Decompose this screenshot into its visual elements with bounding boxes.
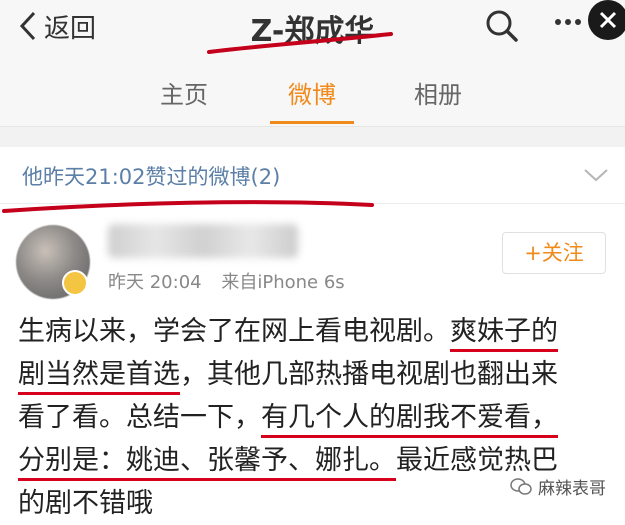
post-text: 的剧不错哦 bbox=[18, 488, 153, 519]
close-button[interactable] bbox=[588, 0, 625, 40]
post-line: 生病以来，学会了在网上看电视剧。爽妹子的 bbox=[18, 310, 613, 353]
post-source: 来自iPhone 6s bbox=[221, 272, 345, 293]
close-icon bbox=[599, 11, 617, 29]
annotation-underline bbox=[2, 200, 374, 213]
post-text: 最近感觉热巴 bbox=[396, 445, 558, 476]
post-text: 生病以来，学会了在网上看电视剧。 bbox=[18, 316, 450, 347]
follow-button[interactable]: +关注 bbox=[502, 232, 606, 274]
more-icon[interactable] bbox=[554, 18, 582, 26]
post-meta: 昨天 20:04 来自iPhone 6s bbox=[108, 268, 345, 294]
active-tab-indicator bbox=[270, 121, 354, 124]
liked-posts-text: 他昨天21:02赞过的微博(2) bbox=[22, 165, 281, 189]
nav-header: 返回 Z-郑成华 bbox=[0, 0, 625, 55]
tab-bar: 主页 微博 相册 bbox=[0, 55, 625, 127]
search-icon[interactable] bbox=[484, 8, 520, 44]
underlined-text: 爽妹子的 bbox=[450, 316, 558, 352]
tab-home[interactable]: 主页 bbox=[160, 75, 208, 110]
verified-badge bbox=[62, 270, 88, 296]
post-time: 昨天 20:04 bbox=[108, 272, 202, 293]
underlined-text: 有几个人的剧我不爱看， bbox=[261, 402, 558, 438]
section-divider bbox=[0, 127, 625, 147]
watermark: 麻辣表哥 bbox=[510, 474, 606, 499]
username-redacted bbox=[108, 224, 298, 258]
wechat-icon bbox=[510, 477, 532, 495]
underlined-text: 分别是：姚迪、张馨予、娜扎。 bbox=[18, 445, 396, 481]
watermark-text: 麻辣表哥 bbox=[538, 479, 606, 499]
tab-weibo[interactable]: 微博 bbox=[288, 75, 336, 110]
chevron-down-icon bbox=[584, 169, 608, 182]
post-line: 看了看。总结一下，有几个人的剧我不爱看， bbox=[18, 396, 613, 439]
post-text: ，其他几部热播电视剧也翻出来 bbox=[180, 359, 558, 390]
post-line: 剧当然是首选，其他几部热播电视剧也翻出来 bbox=[18, 353, 613, 396]
underlined-text: 剧当然是首选 bbox=[18, 359, 180, 395]
post-text: 看了看。总结一下， bbox=[18, 402, 261, 433]
tab-album[interactable]: 相册 bbox=[414, 75, 462, 110]
